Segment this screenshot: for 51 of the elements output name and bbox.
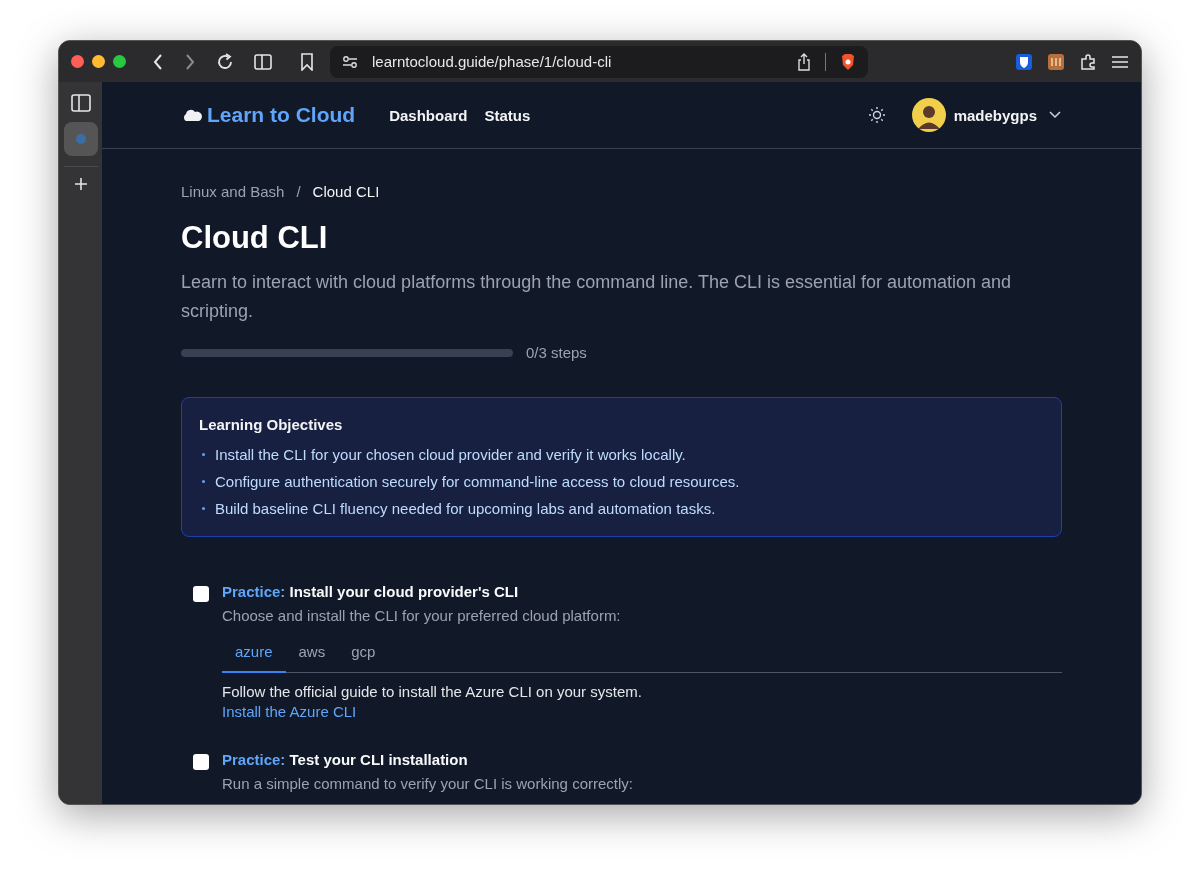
- step-checkbox[interactable]: [193, 754, 209, 770]
- sidebar-icon[interactable]: [254, 53, 272, 70]
- nav-link[interactable]: Status: [484, 106, 531, 124]
- objective-text: Install the CLI for your chosen cloud provider and verify it works locally.: [215, 446, 686, 463]
- puzzle-icon[interactable]: [1079, 52, 1097, 71]
- bullet-icon: [202, 507, 205, 510]
- chevron-down-icon[interactable]: [1049, 111, 1061, 119]
- address-bar[interactable]: learntocloud.guide/phase/1/cloud-cli: [330, 45, 868, 78]
- menu-icon[interactable]: [1111, 54, 1129, 69]
- bookmark-icon[interactable]: [300, 52, 314, 71]
- minimize-button[interactable]: [92, 55, 105, 68]
- step-checkbox[interactable]: [193, 586, 209, 602]
- breadcrumb-link[interactable]: Linux and Bash: [181, 183, 285, 200]
- sun-icon[interactable]: [867, 106, 886, 124]
- guide-link[interactable]: Install the Azure CLI: [222, 703, 357, 720]
- provider-tab[interactable]: aws: [285, 636, 339, 673]
- step-title: Practice: Install your cloud provider's CLI: [222, 583, 520, 600]
- step-title: Practice: Test your CLI installation: [222, 751, 469, 768]
- reload-icon[interactable]: [216, 52, 234, 71]
- objectives-title: Learning Objectives: [199, 416, 344, 433]
- bullet-icon: [202, 453, 205, 456]
- site-logo[interactable]: Learn to Cloud: [207, 103, 356, 127]
- nav-link[interactable]: Dashboard: [389, 106, 468, 124]
- shield-icon[interactable]: [1015, 52, 1033, 71]
- progress-label: 0/3 steps: [526, 344, 587, 361]
- sidebar-icon[interactable]: [70, 94, 91, 112]
- page-title: Cloud CLI: [181, 220, 329, 256]
- avatar-icon[interactable]: [911, 98, 946, 132]
- extension-icon[interactable]: [1047, 52, 1065, 71]
- zoom-button[interactable]: [113, 55, 126, 68]
- step-description: Choose and install the CLI for your preferred cloud platform:: [222, 607, 622, 624]
- username[interactable]: madebygps: [953, 106, 1037, 124]
- share-icon[interactable]: [797, 52, 811, 71]
- objective-text: Build baseline CLI fluency needed for upcoming labs and automation tasks.: [215, 500, 716, 517]
- site-settings-icon[interactable]: [342, 54, 358, 69]
- bullet-icon: [202, 480, 205, 483]
- close-button[interactable]: [71, 55, 84, 68]
- url-text: learntocloud.guide/phase/1/cloud-cli: [372, 53, 613, 70]
- objective-text: Configure authentication securely for command-line access to cloud resources.: [215, 473, 740, 490]
- step-description: Run a simple command to verify your CLI is working correctly:: [222, 775, 634, 792]
- cloud-icon: [181, 108, 203, 122]
- lion-shield-icon[interactable]: [840, 52, 856, 71]
- provider-tab[interactable]: azure: [222, 636, 286, 673]
- page-description: Learn to interact with cloud platforms through the command line. The CLI is essential for automation and scripting.: [181, 271, 1013, 323]
- back-icon[interactable]: [152, 52, 164, 71]
- plus-icon[interactable]: [73, 177, 88, 191]
- breadcrumb-separator: /: [296, 183, 301, 200]
- provider-tab[interactable]: gcp: [338, 636, 389, 673]
- breadcrumb-link[interactable]: Cloud CLI: [312, 183, 380, 200]
- tab-text: Follow the official guide to install the Azure CLI on your system.: [222, 683, 643, 700]
- forward-icon[interactable]: [184, 52, 196, 71]
